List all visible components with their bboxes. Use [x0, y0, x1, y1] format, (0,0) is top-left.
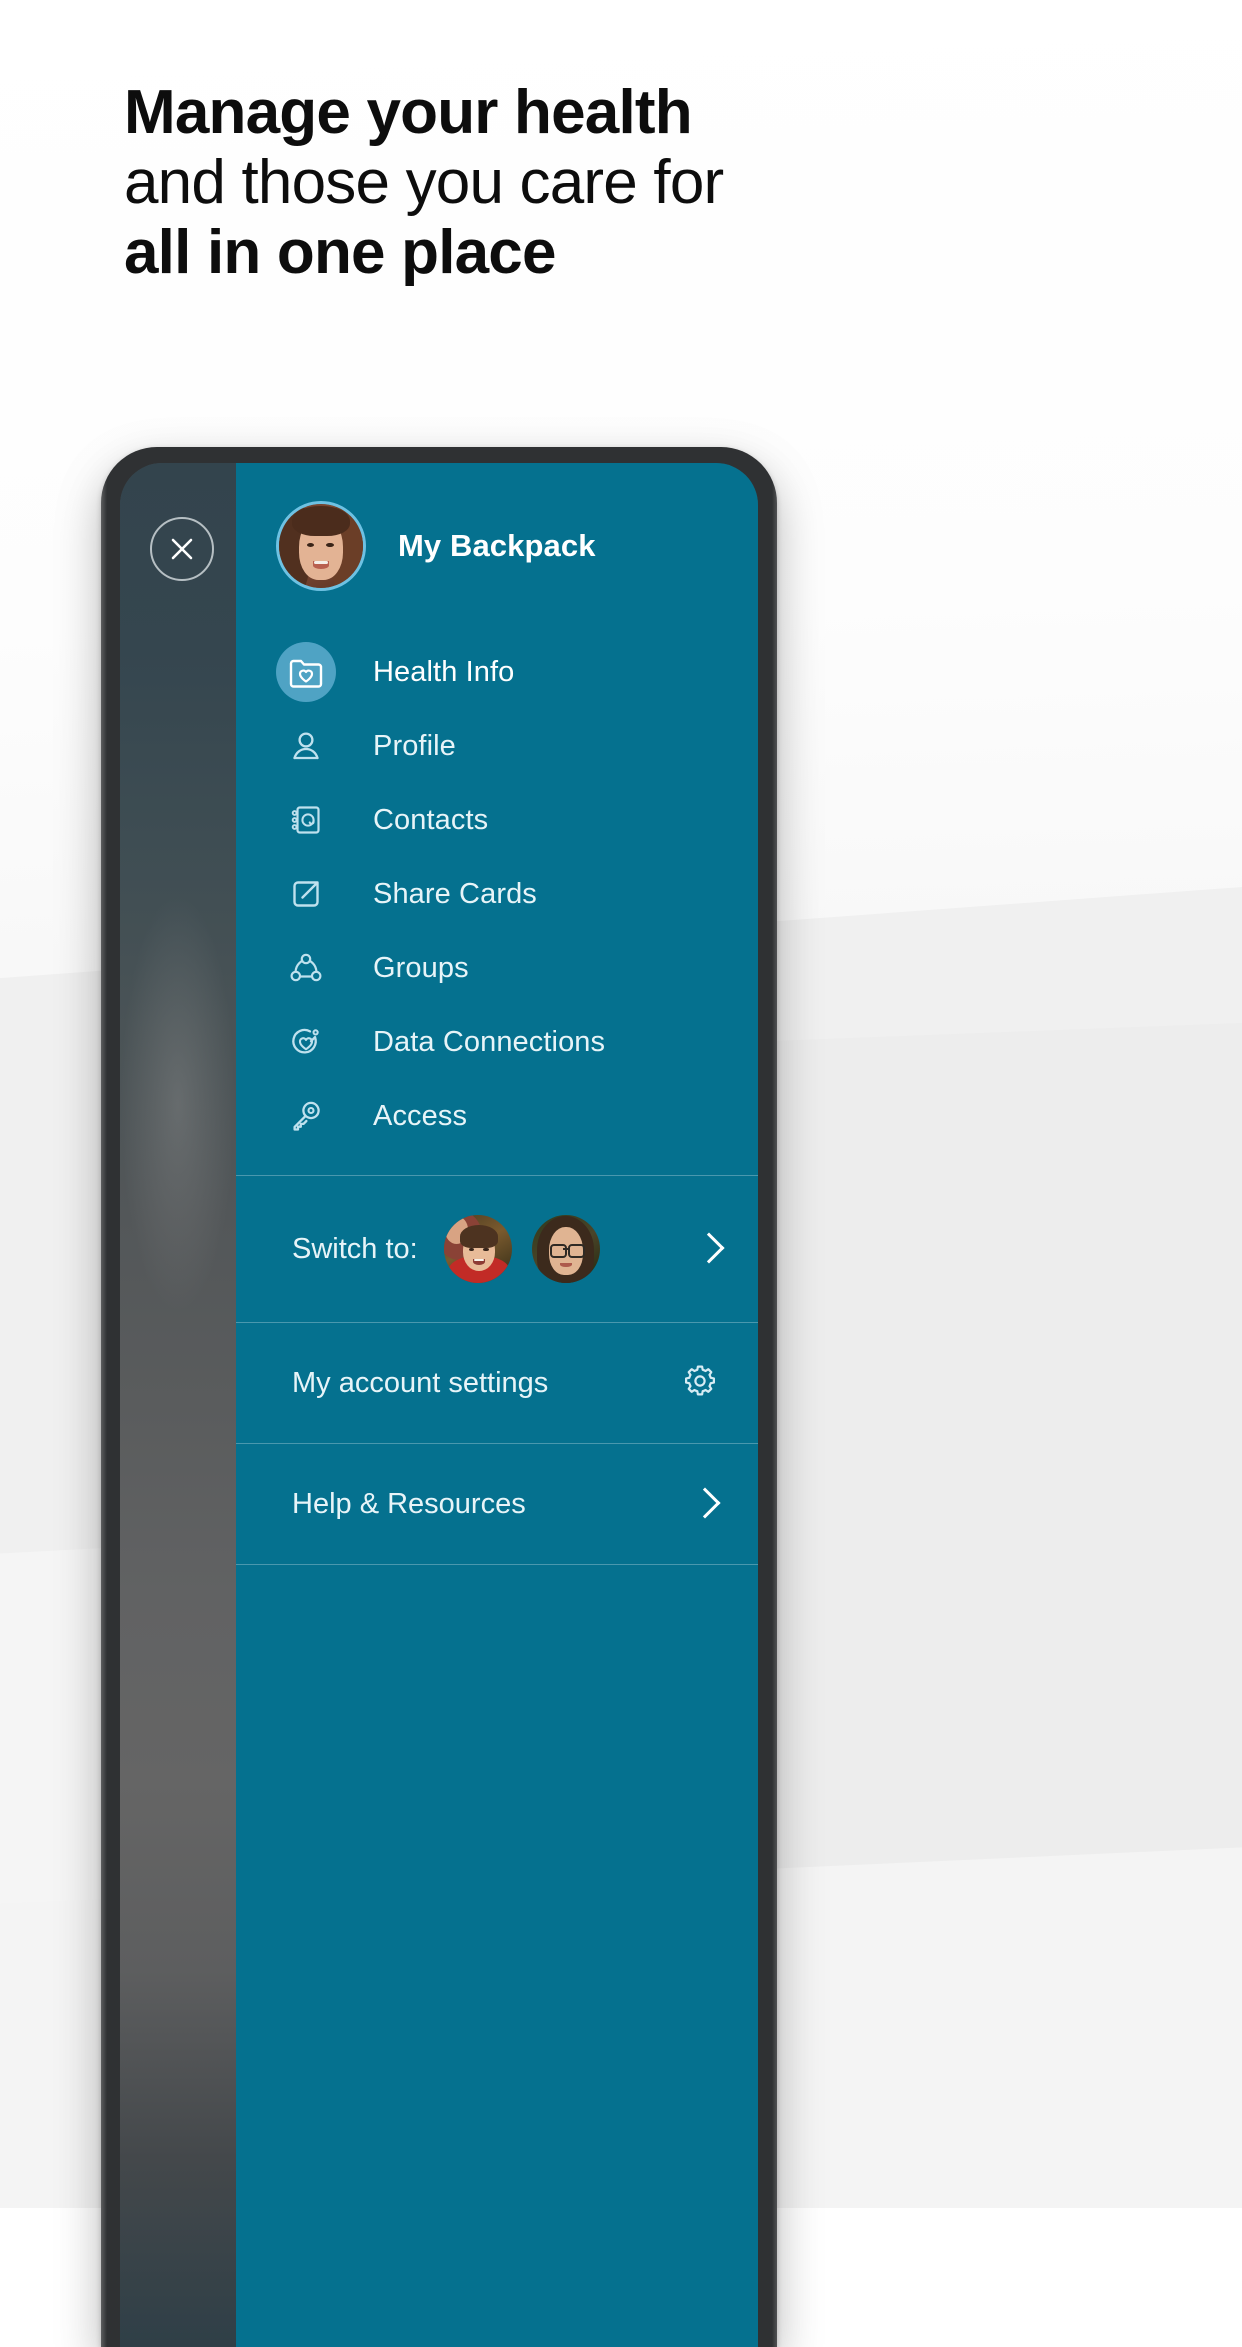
drawer-filler: [236, 1565, 758, 2347]
close-drawer-button[interactable]: [150, 517, 214, 581]
sidebar-item-profile[interactable]: Profile: [236, 709, 758, 783]
sidebar-item-label: Share Cards: [373, 877, 537, 910]
switch-avatar-child[interactable]: [443, 1215, 512, 1283]
sidebar-item-label: Access: [373, 1099, 468, 1132]
drawer-header: My Backpack: [236, 463, 758, 631]
external-link-icon: [276, 864, 336, 924]
sidebar-item-health-info[interactable]: Health Info: [236, 635, 758, 709]
sidebar-item-label: Groups: [373, 951, 469, 984]
help-and-resources-row[interactable]: Help & Resources: [236, 1444, 758, 1564]
user-avatar-photo: [279, 504, 363, 588]
page-title: My Backpack: [398, 528, 596, 563]
chevron-right-icon: [692, 1485, 714, 1523]
three-nodes-icon: [276, 938, 336, 998]
folder-heart-icon: [276, 642, 336, 702]
switch-avatar-list: [443, 1215, 600, 1283]
help-and-resources-label: Help & Resources: [292, 1487, 526, 1520]
switch-avatar-adult[interactable]: [531, 1215, 600, 1283]
avatar[interactable]: [276, 501, 366, 591]
marketing-headline: Manage your health and those you care fo…: [124, 78, 1104, 288]
sidebar-item-groups[interactable]: Groups: [236, 931, 758, 1005]
sidebar-item-label: Health Info: [373, 655, 515, 688]
headline-line-2: and those you care for: [124, 148, 724, 217]
chevron-right-icon: [696, 1230, 718, 1268]
drawer-scrim-overlay[interactable]: [120, 463, 236, 2347]
my-account-settings-label: My account settings: [292, 1366, 549, 1399]
gear-icon: [680, 1361, 720, 1406]
sidebar-item-access[interactable]: Access: [236, 1079, 758, 1153]
person-icon: [276, 716, 336, 776]
circle-heart-sync-icon: [276, 1012, 336, 1072]
close-x-icon: [171, 538, 193, 560]
sidebar-item-label: Data Connections: [373, 1025, 606, 1058]
sidebar-item-data-connections[interactable]: Data Connections: [236, 1005, 758, 1079]
headline-line-1: Manage your health: [124, 78, 693, 147]
my-account-settings-row[interactable]: My account settings: [236, 1323, 758, 1443]
phone-screen: My Backpack Health Info Profile Contacts…: [120, 463, 758, 2347]
drawer-nav-list: Health Info Profile Contacts Share Cards…: [236, 631, 758, 1153]
key-icon: [276, 1086, 336, 1146]
sidebar-item-label: Profile: [373, 729, 456, 762]
sidebar-item-share-cards[interactable]: Share Cards: [236, 857, 758, 931]
phone-mockup-frame: My Backpack Health Info Profile Contacts…: [101, 447, 777, 2347]
address-book-at-icon: [276, 790, 336, 850]
navigation-drawer: My Backpack Health Info Profile Contacts…: [236, 463, 758, 2347]
sidebar-item-label: Contacts: [373, 803, 489, 836]
scrim-glow: [120, 893, 236, 1313]
switch-to-label: Switch to:: [292, 1232, 418, 1265]
switch-profile-row[interactable]: Switch to:: [236, 1176, 758, 1322]
sidebar-item-contacts[interactable]: Contacts: [236, 783, 758, 857]
headline-line-3: all in one place: [124, 218, 556, 287]
